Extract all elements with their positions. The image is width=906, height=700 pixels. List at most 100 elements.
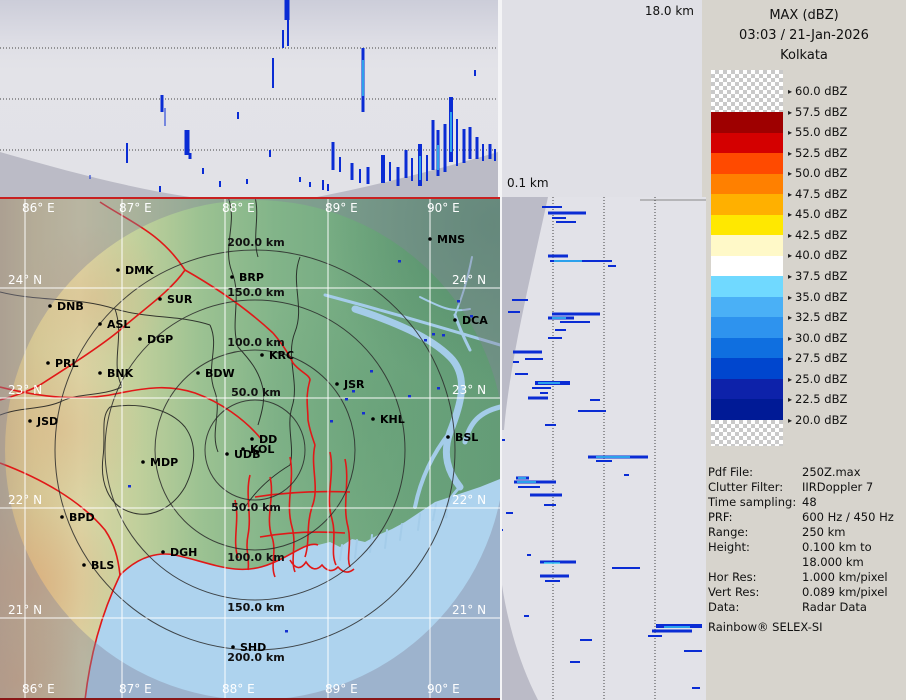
metadata-row: Time sampling: 48	[708, 495, 904, 509]
echo-streak	[287, 18, 289, 46]
threshold-value: 35.0 dBZ	[795, 289, 848, 304]
echo-streak	[331, 142, 335, 170]
radar-app-window: { "title_panel": { "line1": "MAX (dBZ)",…	[0, 0, 906, 700]
city-dot-DD	[250, 437, 254, 441]
city-label-BRP: BRP	[239, 271, 264, 284]
metadata-value: 1.000 km/pixel	[802, 570, 888, 584]
city-label-BNK: BNK	[107, 367, 134, 380]
city-dot-BNK	[98, 371, 102, 375]
legend-band	[711, 399, 783, 420]
legend-band	[711, 297, 783, 317]
metadata-row: Pdf File: 250Z.max	[708, 465, 904, 479]
range-ring-label: 50.0 km	[231, 501, 281, 514]
echo-streak	[359, 169, 361, 183]
threshold-arrow-icon: ▸	[788, 292, 793, 302]
city-dot-DCA	[453, 318, 457, 322]
threshold-arrow-icon: ▸	[788, 189, 793, 199]
latitude-label: 23° N	[8, 383, 42, 397]
range-ring-label: 50.0 km	[231, 386, 281, 399]
city-dot-JSD	[28, 419, 32, 423]
legend-band	[711, 215, 783, 235]
legend-band	[711, 358, 783, 379]
echo-streak	[396, 167, 400, 186]
city-dot-BPD	[60, 515, 64, 519]
echo-streak	[160, 95, 164, 112]
metadata-label: PRF:	[708, 510, 733, 524]
city-dot-KRC	[260, 353, 264, 357]
echo-streak	[545, 424, 556, 426]
echo-streak	[548, 254, 568, 258]
echo-streak	[545, 580, 560, 582]
echo-streak	[366, 167, 370, 184]
echo-streak	[518, 486, 540, 488]
city-label-DNB: DNB	[57, 300, 84, 313]
metadata-value: 250 km	[802, 525, 846, 539]
echo-streak	[272, 58, 274, 88]
threshold-value: 57.5 dBZ	[795, 104, 848, 119]
threshold-arrow-icon: ▸	[788, 374, 793, 384]
city-label-BPD: BPD	[69, 511, 95, 524]
echo-streak	[350, 163, 354, 180]
echo-streak	[389, 162, 391, 181]
echo-streak	[202, 168, 204, 174]
threshold-arrow-icon: ▸	[788, 415, 793, 425]
city-label-ASL: ASL	[107, 318, 130, 331]
echo-streak	[284, 0, 290, 20]
echo-streak	[608, 265, 616, 267]
city-label-DGP: DGP	[147, 333, 173, 346]
threshold-value: 55.0 dBZ	[795, 125, 848, 140]
dbz-threshold-label: ▸ 25.0 dBZ	[788, 372, 847, 386]
city-dot-DGH	[161, 550, 165, 554]
city-dot-MDP	[141, 460, 145, 464]
metadata-value: 250Z.max	[802, 465, 861, 479]
echo-streak	[612, 567, 640, 569]
city-label-MNS: MNS	[437, 233, 465, 246]
longitude-label: 86° E	[22, 682, 55, 696]
threshold-arrow-icon: ▸	[788, 313, 793, 323]
echo-core	[517, 481, 536, 483]
echo-streak	[431, 120, 435, 170]
longitude-label: 88° E	[222, 682, 255, 696]
echo-streak	[456, 119, 458, 166]
city-label-PRL: PRL	[55, 357, 79, 370]
metadata-row: Clutter Filter: IIRDoppler 7	[708, 480, 904, 494]
echo-core	[596, 456, 630, 458]
metadata-row: PRF: 600 Hz / 450 Hz	[708, 510, 904, 524]
echo-streak	[578, 410, 606, 412]
dbz-threshold-label: ▸ 37.5 dBZ	[788, 269, 847, 283]
echo-core	[554, 260, 582, 262]
right-cross-section-plot	[502, 197, 706, 700]
dbz-threshold-label: ▸ 60.0 dBZ	[788, 84, 847, 98]
city-label-DCA: DCA	[462, 314, 488, 327]
metadata-label: Range:	[708, 525, 749, 539]
dbz-threshold-label: ▸ 45.0 dBZ	[788, 207, 847, 221]
threshold-value: 30.0 dBZ	[795, 330, 848, 345]
echo-streak	[506, 512, 513, 514]
echo-streak	[556, 221, 576, 223]
echo-streak	[532, 387, 551, 389]
threshold-value: 52.5 dBZ	[795, 145, 848, 160]
city-label-JSR: JSR	[343, 378, 365, 391]
range-ring-label: 150.0 km	[227, 601, 284, 614]
echo-streak	[502, 439, 505, 441]
city-label-KHL: KHL	[380, 413, 405, 426]
legend-band-transparent	[711, 420, 783, 446]
city-dot-DMK	[116, 268, 120, 272]
dbz-threshold-label: ▸ 30.0 dBZ	[788, 331, 847, 345]
metadata-value: 0.100 km to	[802, 540, 872, 554]
metadata-label: Data:	[708, 600, 740, 614]
radar-site-name: Kolkata	[780, 48, 828, 63]
dbz-threshold-label: ▸ 42.5 dBZ	[788, 228, 847, 242]
echo-streak	[488, 144, 492, 159]
echo-core	[544, 562, 560, 564]
echo-streak	[164, 108, 166, 126]
city-label-DMK: DMK	[125, 264, 154, 277]
dbz-threshold-label: ▸ 32.5 dBZ	[788, 310, 847, 324]
echo-streak	[525, 358, 543, 360]
echo-speck	[442, 334, 445, 337]
echo-streak	[652, 629, 692, 633]
longitude-label: 87° E	[119, 682, 152, 696]
dbz-threshold-label: ▸ 40.0 dBZ	[788, 248, 847, 262]
city-label-JSD: JSD	[36, 415, 58, 428]
echo-streak	[443, 124, 447, 172]
